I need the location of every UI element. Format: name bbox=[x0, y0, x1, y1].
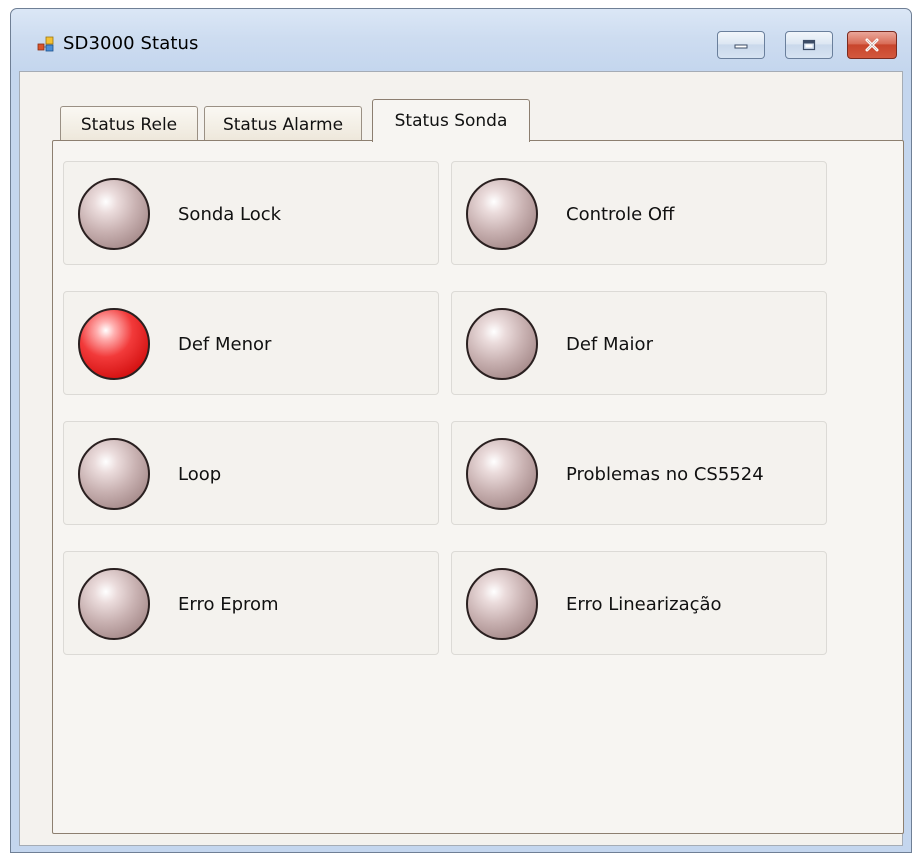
minimize-button[interactable] bbox=[717, 31, 765, 59]
main-window: SD3000 Status Status Rele Status Alarme bbox=[10, 8, 912, 853]
indicator-label: Sonda Lock bbox=[178, 203, 282, 225]
title-bar[interactable]: SD3000 Status bbox=[11, 9, 911, 71]
indicator-sonda-lock: Sonda Lock bbox=[63, 161, 439, 265]
indicator-label: Erro Eprom bbox=[178, 593, 279, 615]
window-title: SD3000 Status bbox=[63, 33, 199, 54]
client-area: Status Rele Status Alarme Status Sonda S… bbox=[19, 71, 904, 846]
maximize-icon bbox=[802, 39, 816, 51]
app-icon bbox=[37, 35, 55, 53]
indicator-label: Def Maior bbox=[566, 333, 653, 355]
indicator-label: Def Menor bbox=[178, 333, 272, 355]
indicator-label: Erro Linearização bbox=[566, 593, 722, 615]
tab-status-sonda[interactable]: Status Sonda bbox=[372, 99, 530, 142]
led-indicator bbox=[78, 178, 150, 250]
maximize-button[interactable] bbox=[785, 31, 833, 59]
led-indicator bbox=[466, 438, 538, 510]
led-indicator bbox=[78, 438, 150, 510]
indicator-label: Loop bbox=[178, 463, 222, 485]
indicator-label: Problemas no CS5524 bbox=[566, 463, 764, 485]
indicator-def-maior: Def Maior bbox=[451, 291, 827, 395]
tab-panel-status-sonda: Sonda Lock Controle Off Def Menor Def Ma… bbox=[52, 140, 904, 834]
led-indicator bbox=[466, 568, 538, 640]
led-indicator bbox=[78, 568, 150, 640]
indicator-def-menor: Def Menor bbox=[63, 291, 439, 395]
indicator-erro-eprom: Erro Eprom bbox=[63, 551, 439, 655]
indicator-controle-off: Controle Off bbox=[451, 161, 827, 265]
indicator-erro-linearizacao: Erro Linearização bbox=[451, 551, 827, 655]
tab-status-alarme[interactable]: Status Alarme bbox=[204, 106, 362, 142]
minimize-icon bbox=[734, 44, 748, 49]
indicator-label: Controle Off bbox=[566, 203, 675, 225]
tab-label: Status Alarme bbox=[222, 114, 344, 135]
led-indicator bbox=[466, 178, 538, 250]
close-button[interactable] bbox=[847, 31, 897, 59]
indicator-loop: Loop bbox=[63, 421, 439, 525]
tab-label: Status Sonda bbox=[394, 111, 508, 131]
indicator-problemas-cs5524: Problemas no CS5524 bbox=[451, 421, 827, 525]
tab-label: Status Rele bbox=[80, 114, 178, 135]
led-indicator-active bbox=[78, 308, 150, 380]
led-indicator bbox=[466, 308, 538, 380]
tab-status-rele[interactable]: Status Rele bbox=[60, 106, 198, 142]
close-icon bbox=[865, 38, 879, 52]
